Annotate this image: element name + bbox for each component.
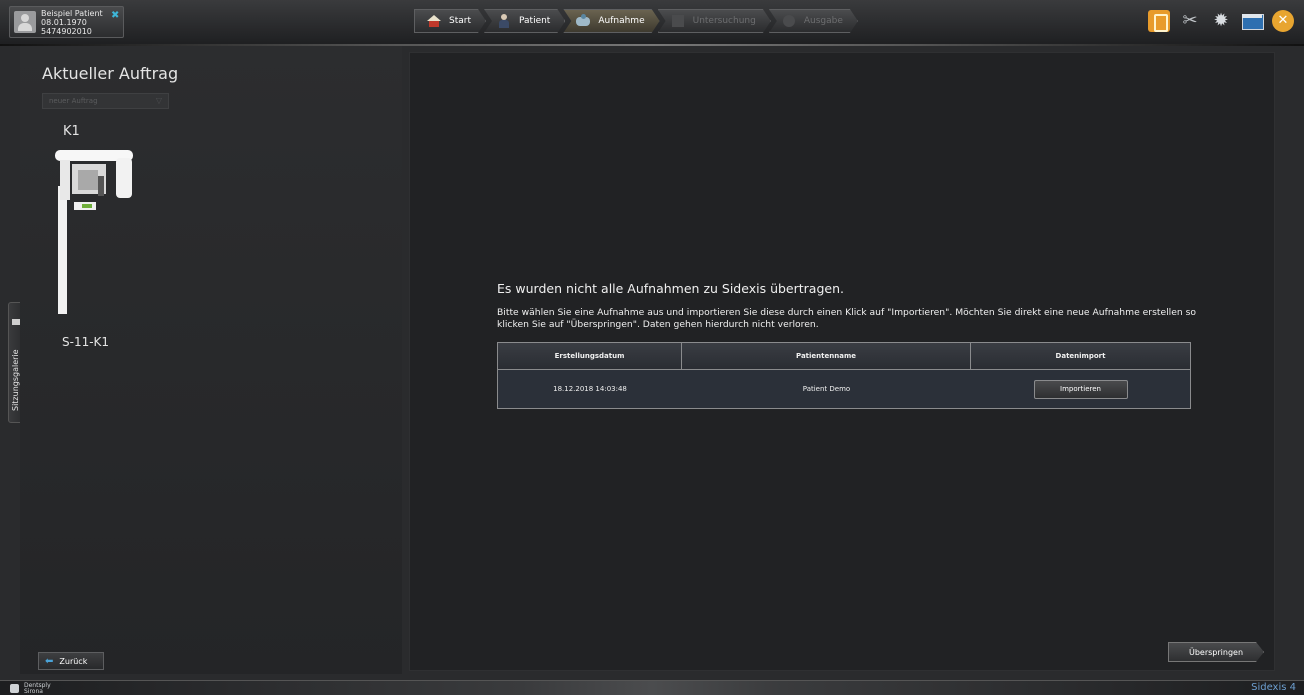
table-header: Erstellungsdatum Patientenname Datenimpo…	[498, 343, 1190, 370]
brand-name: Dentsply Sirona	[24, 683, 51, 695]
workflow-step-start[interactable]: Start	[414, 9, 486, 33]
main-panel: Es wurden nicht alle Aufnahmen zu Sidexi…	[409, 52, 1275, 671]
arrow-left-icon: ⬅	[45, 655, 54, 667]
close-icon[interactable]: ✕	[1272, 10, 1294, 32]
favorite-icon[interactable]: ✖	[111, 11, 119, 21]
window-icon[interactable]	[1241, 10, 1264, 32]
dentsply-sirona-logo-icon	[10, 684, 19, 693]
workflow-step-capture[interactable]: Aufnahme	[563, 9, 659, 33]
workflow-step-output: Ausgabe	[769, 9, 858, 33]
device-label: K1	[63, 124, 80, 139]
order-select-value: neuer Auftrag	[49, 97, 98, 105]
tools-icon[interactable]: ✂	[1179, 10, 1201, 32]
column-header-creation-date[interactable]: Erstellungsdatum	[498, 343, 682, 369]
chevron-down-icon: ▽	[155, 96, 162, 105]
app-name: Sidexis 4	[1251, 682, 1296, 693]
patient-card[interactable]: Beispiel Patient 08.01.1970 5474902010 ✖	[9, 6, 124, 38]
message-description: Bitte wählen Sie eine Aufnahme aus und i…	[497, 307, 1197, 330]
back-button-label: Zurück	[59, 656, 88, 666]
toolbar: ✂ ✹ ✕	[1148, 10, 1294, 32]
patient-info: Beispiel Patient 08.01.1970 5474902010	[41, 9, 103, 36]
status-bar: Dentsply Sirona Sidexis 4	[0, 680, 1304, 695]
order-select: neuer Auftrag ▽	[42, 93, 169, 109]
cell-patient-name: Patient Demo	[802, 385, 851, 393]
output-icon	[782, 14, 796, 28]
brand-line-2: Sirona	[24, 688, 43, 695]
column-header-patient-name[interactable]: Patientenname	[682, 343, 971, 369]
workflow-step-patient[interactable]: Patient	[484, 9, 565, 33]
cell-import: Importieren	[971, 370, 1190, 408]
message-title: Es wurden nicht alle Aufnahmen zu Sidexi…	[497, 281, 844, 296]
workflow-step-label: Start	[449, 16, 471, 26]
workflow-steps: Start Patient Aufnahme Untersuchung Ausg…	[414, 9, 856, 33]
info-book-icon[interactable]	[1148, 10, 1170, 32]
workflow-step-label: Patient	[519, 16, 551, 26]
cell-creation-date: 18.12.2018 14:03:48	[553, 385, 627, 393]
import-table: Erstellungsdatum Patientenname Datenimpo…	[497, 342, 1191, 409]
person-icon	[497, 14, 511, 28]
workflow-step-label: Untersuchung	[692, 16, 756, 26]
top-bar: Beispiel Patient 08.01.1970 5474902010 ✖…	[0, 0, 1304, 46]
patient-birth-date: 08.01.1970	[41, 18, 87, 27]
table-row[interactable]: 18.12.2018 14:03:48 Patient Demo Importi…	[498, 370, 1190, 408]
import-button[interactable]: Importieren	[1033, 379, 1128, 399]
back-button[interactable]: ⬅ Zurück	[38, 652, 104, 670]
workflow-step-label: Aufnahme	[598, 16, 645, 26]
patient-id: 5474902010	[41, 27, 92, 36]
device-id: S-11-K1	[62, 335, 110, 349]
home-icon	[427, 15, 441, 27]
skip-button[interactable]: Überspringen	[1168, 642, 1264, 662]
column-header-data-import[interactable]: Datenimport	[971, 343, 1190, 369]
workflow-step-examination: Untersuchung	[658, 9, 771, 33]
xray-device-image	[55, 150, 133, 314]
capture-icon	[576, 14, 590, 28]
current-order-panel: Aktueller Auftrag neuer Auftrag ▽ K1 S-1…	[20, 46, 402, 674]
examination-icon	[671, 14, 685, 28]
settings-gear-icon[interactable]: ✹	[1210, 10, 1232, 32]
patient-avatar-icon	[14, 11, 36, 33]
panel-title: Aktueller Auftrag	[42, 64, 179, 83]
workflow-step-label: Ausgabe	[803, 16, 843, 26]
patient-name: Beispiel Patient	[41, 9, 103, 18]
